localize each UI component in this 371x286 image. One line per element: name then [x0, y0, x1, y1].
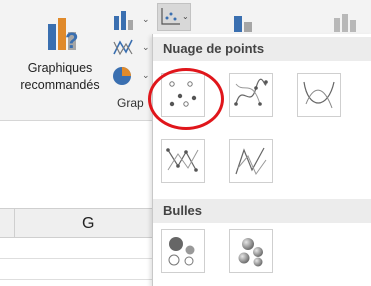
pie-chart-icon[interactable]: ⌄ [112, 64, 152, 88]
scatter-smooth-lines-option[interactable] [297, 73, 341, 117]
scatter-straight-lines-markers-option[interactable] [161, 139, 205, 183]
row-gridline [0, 279, 152, 280]
column-header[interactable]: G [0, 208, 152, 238]
column-divider [14, 209, 15, 237]
recommended-charts-label: Graphiques recommandés [20, 61, 100, 92]
charts-group-label: Grap [117, 96, 144, 110]
svg-text:⌄: ⌄ [142, 43, 150, 53]
scatter-smooth-lines-icon [303, 81, 335, 109]
maps-chart-icon[interactable] [230, 10, 260, 34]
scatter-chart-icon: ⌄ [161, 8, 189, 25]
scatter-straight-lines-icon [235, 147, 267, 176]
section-header-scatter: Nuage de points [153, 37, 371, 61]
bubble-3d-option[interactable] [229, 229, 273, 273]
bubble-option[interactable] [161, 229, 205, 273]
svg-text:⌄: ⌄ [142, 15, 150, 25]
scatter-straight-markers-icon [166, 148, 199, 172]
scatter-smooth-lines-markers-option[interactable] [229, 73, 273, 117]
highlight-annotation-circle [148, 68, 224, 130]
svg-text:?: ? [65, 28, 78, 53]
column-chart-icon[interactable]: ⌄ [112, 8, 152, 32]
recommended-charts-button[interactable]: ? Graphiques recommandés [6, 10, 110, 108]
column-letter-g: G [82, 215, 95, 232]
bubble-3d-chart-icon [238, 238, 263, 267]
scatter-straight-lines-option[interactable] [229, 139, 273, 183]
combo-waterfall-icon[interactable]: ⌄ [112, 36, 152, 60]
svg-text:⌄: ⌄ [142, 71, 150, 81]
bubble-chart-icon [168, 237, 195, 266]
scatter-smooth-markers-icon [234, 78, 268, 106]
section-header-bubble: Bulles [153, 199, 371, 223]
svg-text:⌄: ⌄ [182, 12, 189, 21]
scatter-chart-dropdown-button[interactable]: ⌄ [157, 3, 191, 31]
recommended-charts-icon: ? [48, 18, 78, 53]
row-gridline [0, 258, 152, 259]
pivot-chart-icon[interactable] [330, 10, 366, 34]
